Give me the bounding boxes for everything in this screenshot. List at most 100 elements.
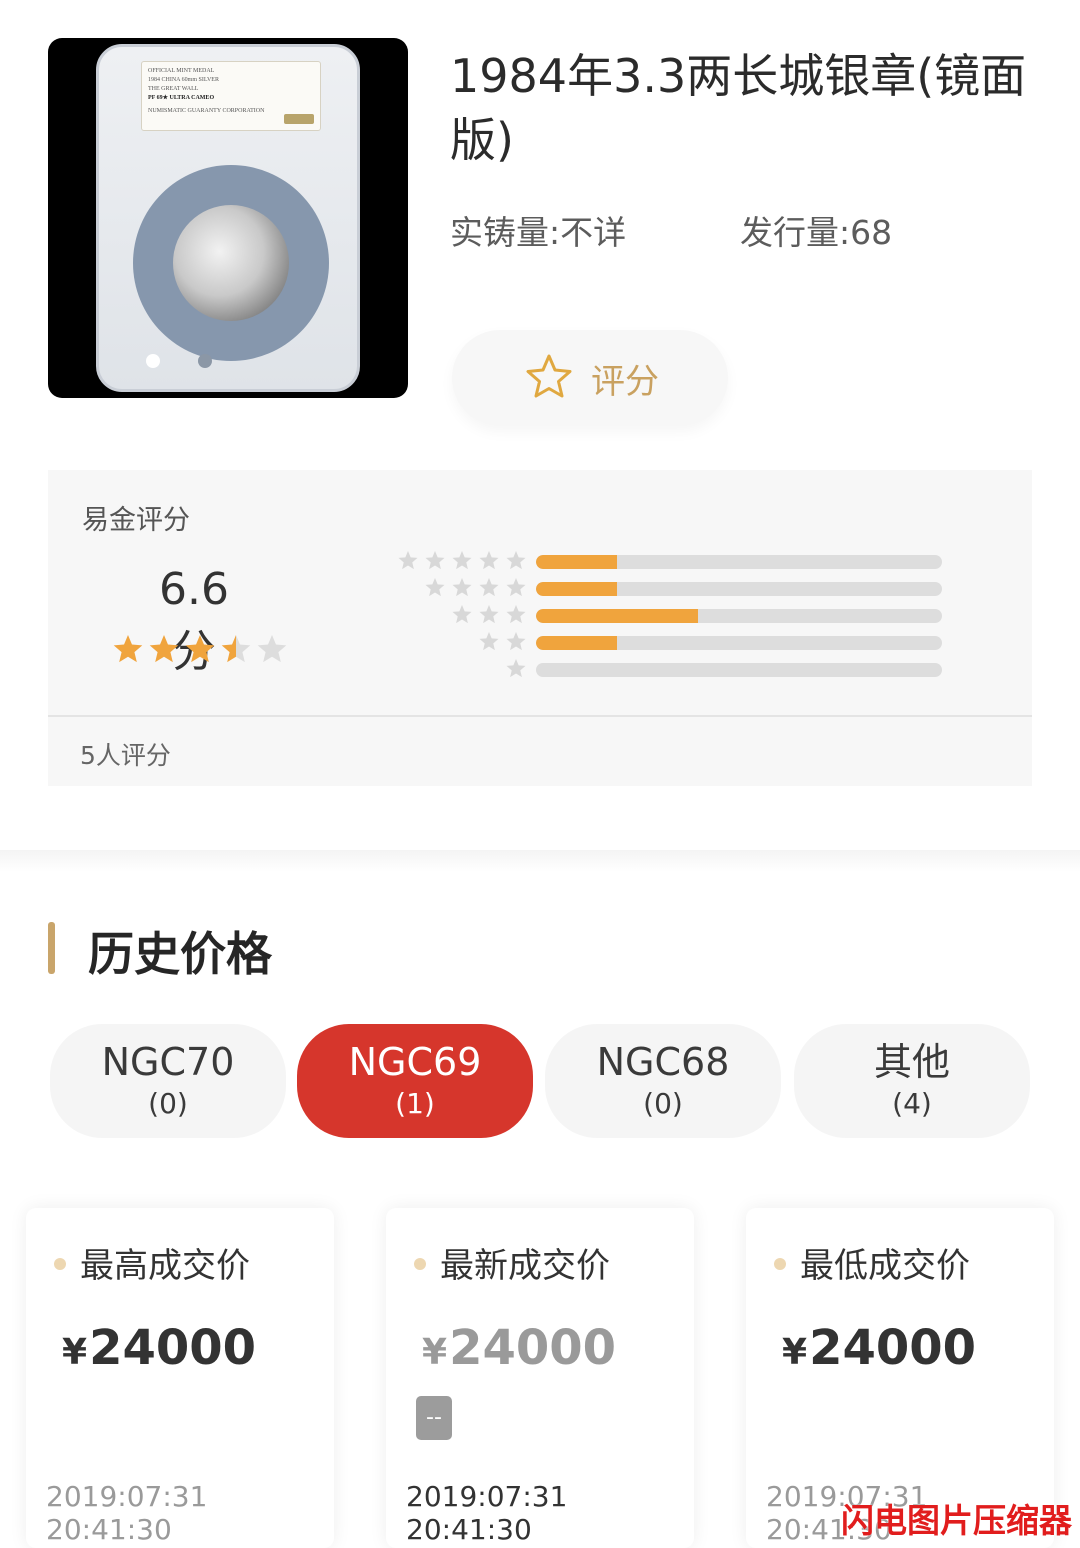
currency-symbol: ¥ [62, 1332, 88, 1373]
distribution-row [388, 658, 948, 685]
distribution-bar [536, 582, 942, 596]
tab-count: (0) [148, 1087, 188, 1120]
rating-count: 5人评分 [80, 741, 171, 770]
distribution-row [388, 631, 948, 658]
distribution-bar-fill [536, 555, 618, 569]
mintage-value: 不详 [560, 213, 627, 252]
tab-name: NGC70 [101, 1040, 235, 1084]
distribution-row [388, 577, 948, 604]
issue-label: 发行量: [740, 213, 851, 252]
price-card-highest[interactable]: 最高成交价 ¥24000 2019:07:31 20:41:30 [26, 1208, 334, 1548]
distribution-stars [398, 551, 526, 570]
price-amount: 24000 [89, 1320, 257, 1376]
price-label: 最高成交价 [80, 1246, 250, 1286]
score-star-icon [257, 635, 287, 663]
ngc-logo-icon [284, 114, 314, 124]
bullet-dot [414, 1258, 426, 1270]
distribution-star-icon [479, 578, 499, 597]
slab-label-line: OFFICIAL MINT MEDAL [148, 68, 215, 74]
tab-name: NGC69 [348, 1040, 482, 1084]
carousel-dot-active[interactable] [146, 354, 160, 368]
slab-label-line: 1984 CHINA 60mm SILVER [148, 77, 219, 83]
tab-ngc70[interactable]: NGC70 (0) [50, 1024, 286, 1138]
score-star-icon [221, 635, 251, 663]
distribution-stars [425, 578, 526, 597]
distribution-stars [479, 632, 526, 651]
distribution-star-icon [425, 551, 445, 570]
distribution-bar-fill [536, 582, 618, 596]
history-title: 历史价格 [88, 927, 272, 981]
slab-label-line: PF 69★ ULTRA CAMEO [148, 95, 215, 101]
mintage-info: 实铸量:不详 [450, 206, 626, 254]
slab-label-line: THE GREAT WALL [148, 86, 199, 92]
rate-button-label: 评分 [591, 361, 659, 402]
distribution-star-icon [452, 578, 472, 597]
price-date: 2019:07:31 20:41:30 [46, 1480, 208, 1546]
distribution-star-icon [506, 659, 526, 678]
distribution-star-icon [479, 551, 499, 570]
price-amount: 24000 [809, 1320, 977, 1376]
distribution-bar [536, 663, 942, 677]
price-value: ¥24000 [62, 1320, 256, 1376]
distribution-star-icon [506, 551, 526, 570]
section-separator [0, 850, 1080, 872]
score-star-icon [185, 635, 215, 663]
score-star-icon [113, 635, 143, 663]
carousel-dot[interactable] [198, 354, 212, 368]
tab-ngc68[interactable]: NGC68 (0) [545, 1024, 781, 1138]
rate-button[interactable]: 评分 [452, 330, 728, 426]
distribution-bar [536, 636, 942, 650]
distribution-star-icon [506, 632, 526, 651]
distribution-bar-fill [536, 609, 699, 623]
distribution-stars [506, 659, 526, 678]
tab-name: 其他 [873, 1040, 950, 1084]
distribution-star-icon [506, 605, 526, 624]
rating-panel: 易金评分 6.6分 5人评分 [48, 470, 1032, 786]
star-outline-icon [526, 354, 572, 398]
currency-symbol: ¥ [422, 1332, 448, 1373]
distribution-star-icon [479, 632, 499, 651]
distribution-star-icon [506, 578, 526, 597]
distribution-star-icon [452, 551, 472, 570]
grade-tag: -- [416, 1396, 452, 1440]
bullet-dot [54, 1258, 66, 1270]
coin-image [173, 205, 289, 321]
issue-info: 发行量:68 [740, 206, 892, 254]
distribution-star-icon [479, 605, 499, 624]
price-date: 2019:07:31 20:41:30 [406, 1480, 568, 1546]
score-stars [113, 635, 287, 663]
distribution-star-icon [398, 551, 418, 570]
section-accent-bar [48, 922, 55, 974]
distribution-row [388, 604, 948, 631]
distribution-bar [536, 555, 942, 569]
score-star-icon [149, 635, 179, 663]
distribution-row [388, 550, 948, 577]
currency-symbol: ¥ [782, 1332, 808, 1373]
tab-ngc69[interactable]: NGC69 (1) [297, 1024, 533, 1138]
product-title: 1984年3.3两长城银章(镜面版) [450, 49, 1027, 167]
issue-value: 68 [850, 213, 893, 252]
bullet-dot [774, 1258, 786, 1270]
coin-holder [133, 165, 329, 361]
price-amount: 24000 [449, 1320, 617, 1376]
price-value: ¥24000 [782, 1320, 976, 1376]
tab-other[interactable]: 其他 (4) [794, 1024, 1030, 1138]
price-label: 最低成交价 [800, 1246, 970, 1286]
tab-count: (1) [395, 1087, 435, 1120]
divider [48, 715, 1032, 717]
product-image[interactable]: OFFICIAL MINT MEDAL 1984 CHINA 60mm SILV… [48, 38, 408, 398]
mintage-label: 实铸量: [450, 213, 561, 252]
price-value: ¥24000 [422, 1320, 616, 1376]
grade-tabs: NGC70 (0) NGC69 (1) NGC68 (0) 其他 (4) [50, 1024, 1030, 1138]
distribution-star-icon [425, 578, 445, 597]
watermark: 闪电图片压缩器 [841, 1501, 1072, 1540]
rating-distribution [388, 550, 948, 685]
rating-title: 易金评分 [82, 505, 190, 536]
slab-label: OFFICIAL MINT MEDAL 1984 CHINA 60mm SILV… [141, 61, 321, 131]
ngc-slab: OFFICIAL MINT MEDAL 1984 CHINA 60mm SILV… [96, 44, 360, 392]
price-label: 最新成交价 [440, 1246, 610, 1286]
tab-count: (4) [892, 1087, 932, 1120]
price-card-latest[interactable]: 最新成交价 ¥24000 -- 2019:07:31 20:41:30 [386, 1208, 694, 1548]
tab-count: (0) [643, 1087, 683, 1120]
distribution-bar-fill [536, 636, 618, 650]
